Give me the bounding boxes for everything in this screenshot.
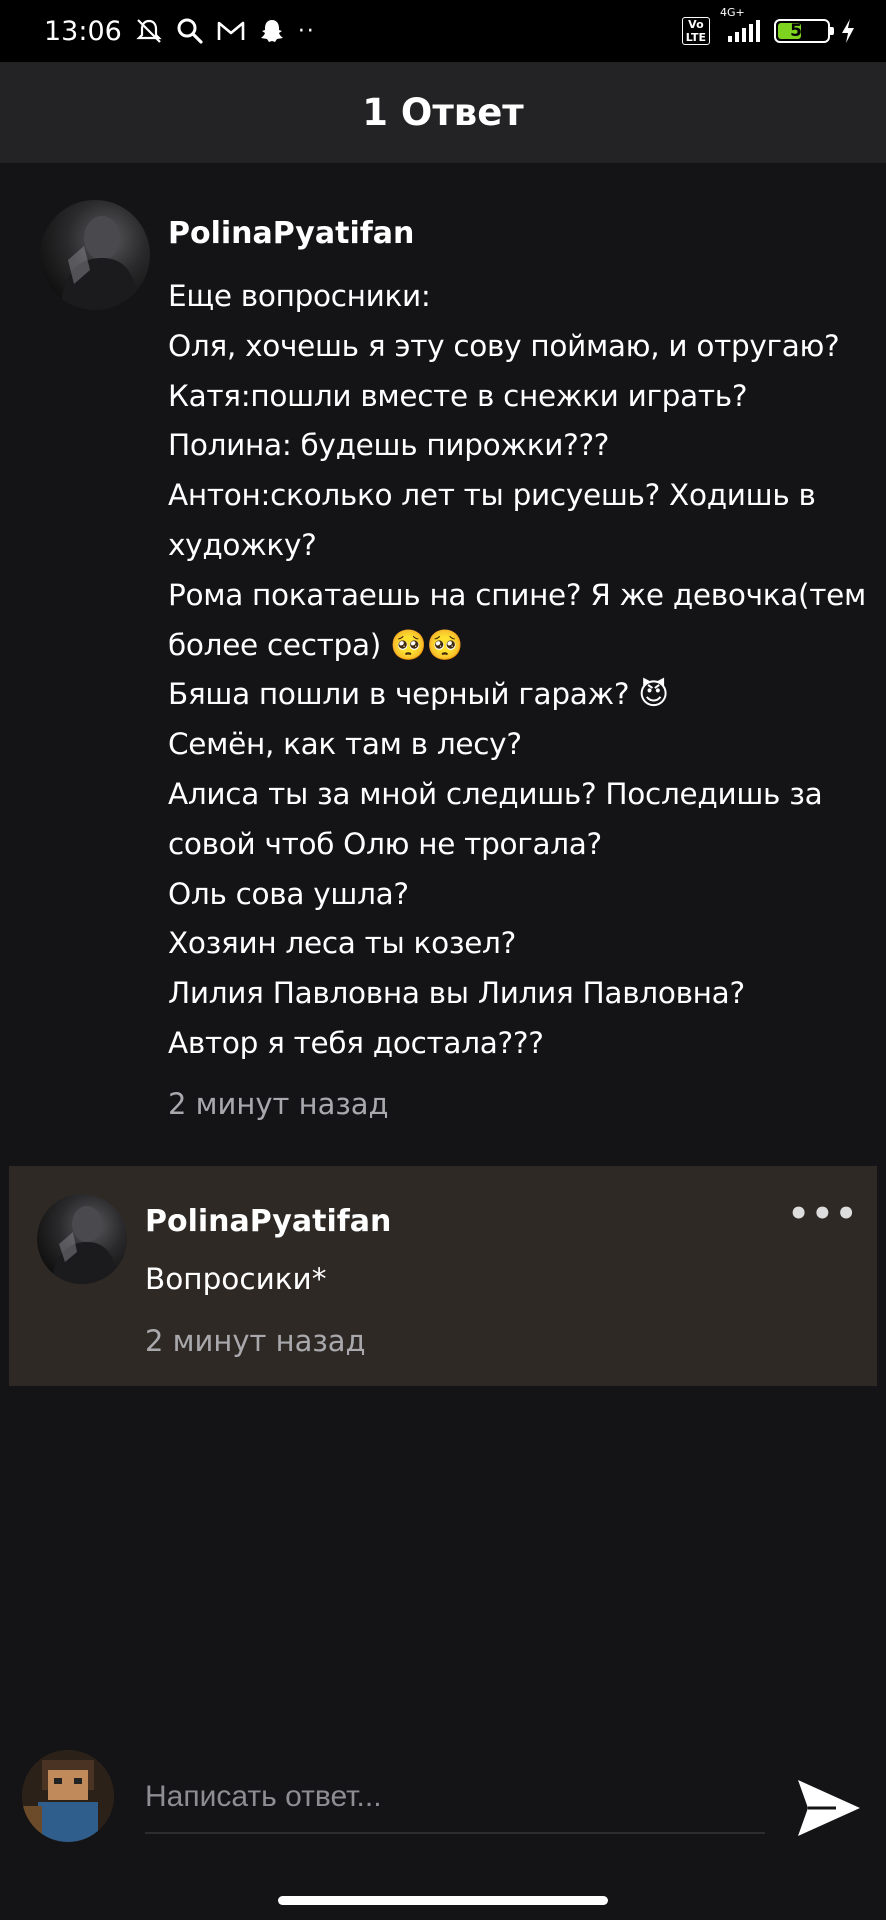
- home-indicator[interactable]: [278, 1896, 608, 1905]
- replies-header: 1 Ответ: [0, 62, 886, 163]
- snapchat-icon: [258, 17, 286, 45]
- status-time: 13:06: [44, 15, 122, 47]
- comment-username[interactable]: PolinaPyatifan: [168, 216, 414, 251]
- charging-icon: [840, 18, 856, 44]
- search-icon: [176, 17, 204, 45]
- mute-icon: [134, 16, 164, 46]
- more-options-button[interactable]: •••: [788, 1194, 859, 1234]
- signal-icon: 4G+: [720, 6, 764, 44]
- avatar-image: [60, 216, 140, 310]
- avatar[interactable]: [37, 1194, 127, 1284]
- network-label: 4G+: [720, 6, 745, 19]
- battery-level: 52: [790, 21, 814, 41]
- comment-text: Еще вопросники: Оля, хочешь я эту сову п…: [168, 279, 866, 1060]
- battery-icon: 52: [774, 19, 834, 43]
- comment-time: 2 минут назад: [168, 1087, 389, 1121]
- avatar-image: [22, 1750, 114, 1842]
- avatar-image: [51, 1206, 119, 1284]
- send-icon: [798, 1780, 860, 1836]
- reply-username[interactable]: PolinaPyatifan: [145, 1204, 391, 1239]
- status-right: Vo LTE 4G+ 52: [681, 0, 856, 62]
- status-bar: 13:06 ·· Vo LTE 4G+ 52: [0, 0, 886, 62]
- volte-badge: Vo LTE: [681, 17, 710, 45]
- send-button[interactable]: [796, 1778, 862, 1838]
- status-left: 13:06 ··: [44, 0, 316, 62]
- reply-text: Вопросики*: [145, 1262, 327, 1296]
- mail-icon: [216, 19, 246, 43]
- avatar[interactable]: [22, 1750, 114, 1842]
- reply-time: 2 минут назад: [145, 1324, 366, 1358]
- reply-input[interactable]: [145, 1762, 765, 1834]
- page-title: 1 Ответ: [362, 91, 524, 134]
- reply-card[interactable]: PolinaPyatifan Вопросики* 2 минут назад …: [9, 1166, 877, 1386]
- more-dots-icon: ··: [297, 18, 316, 44]
- reply-composer: [0, 1742, 886, 1852]
- avatar[interactable]: [40, 200, 150, 310]
